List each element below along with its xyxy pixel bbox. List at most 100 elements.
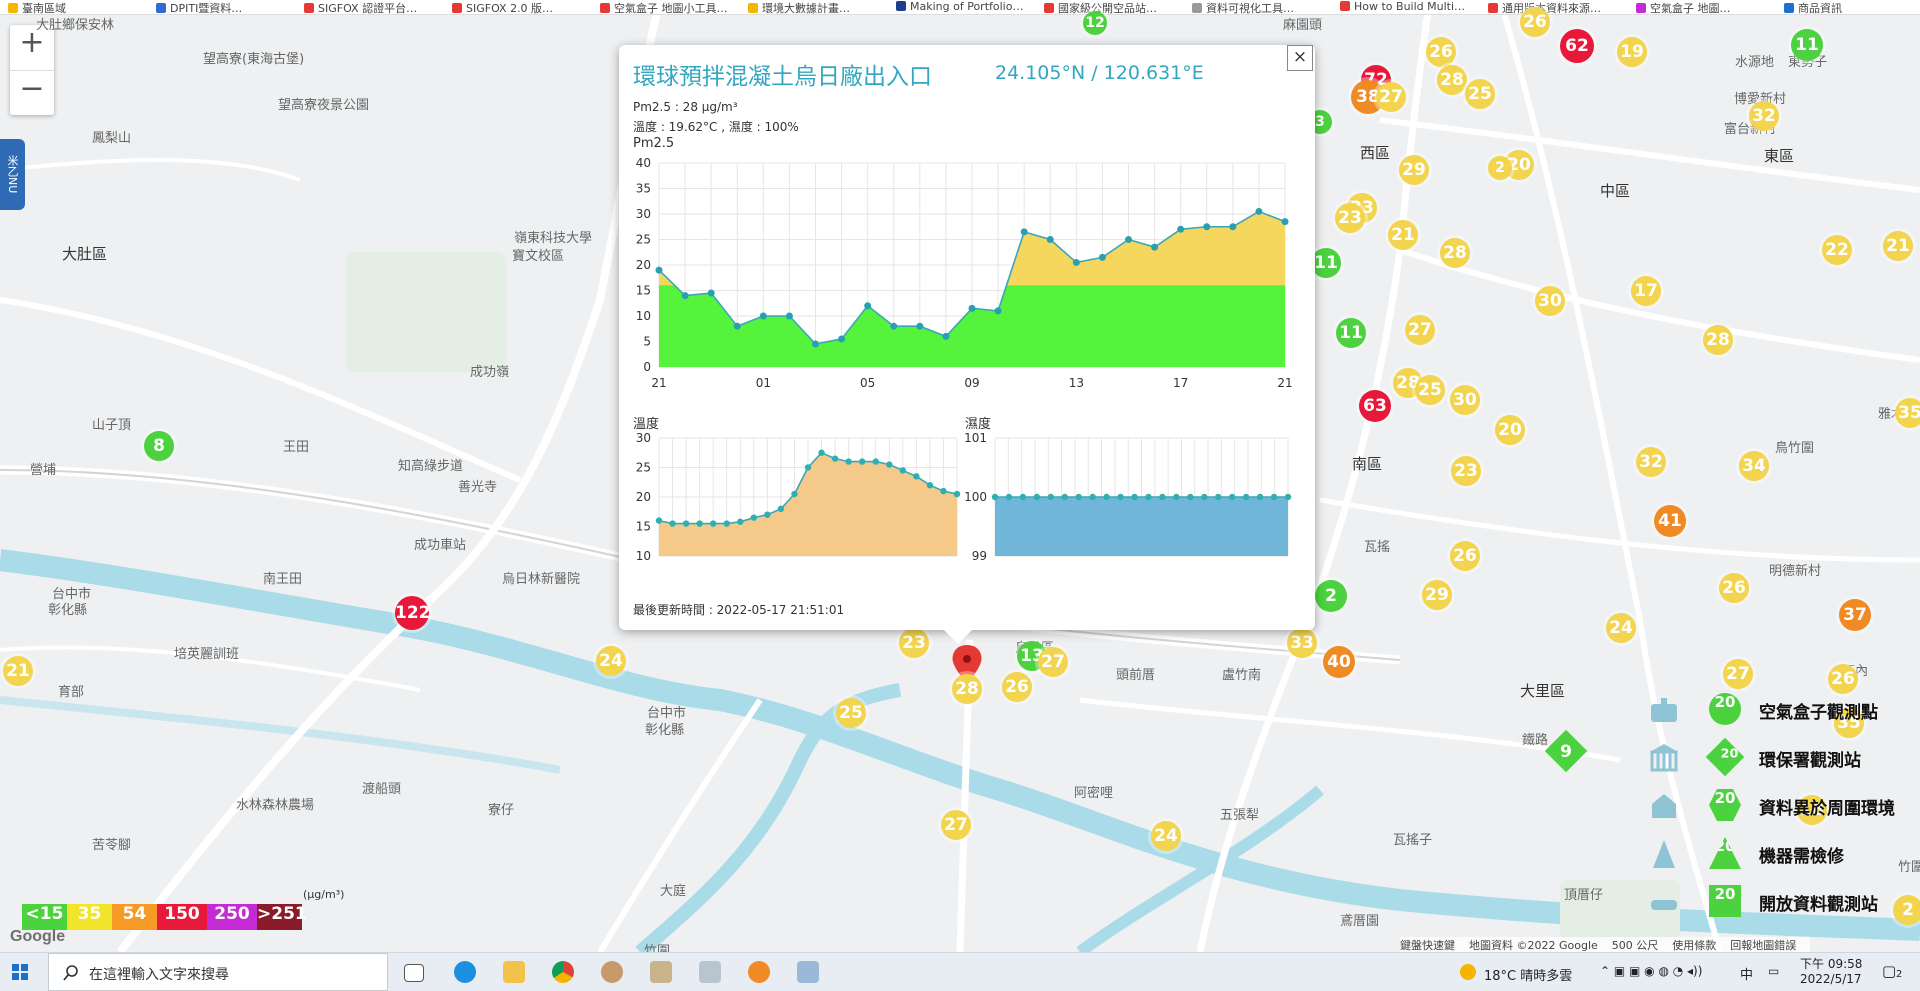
sensor-marker[interactable]: 26 xyxy=(1426,37,1456,67)
sensor-marker[interactable]: 27 xyxy=(1723,659,1753,689)
y-tick-label: 20 xyxy=(636,490,651,504)
sensor-marker[interactable]: 27 xyxy=(1405,315,1435,345)
clock-date[interactable]: 2022/5/17 xyxy=(1800,972,1862,986)
sensor-marker[interactable]: 25 xyxy=(1415,375,1445,405)
attribution-link[interactable]: 使用條款 xyxy=(1672,939,1716,952)
sensor-marker[interactable]: 24 xyxy=(1606,613,1636,643)
app-icon-3[interactable] xyxy=(699,961,721,983)
windows-start-icon[interactable] xyxy=(12,964,28,980)
sensor-marker[interactable]: 22 xyxy=(1822,235,1852,265)
bookmark-item[interactable]: 環境大數據計畫… xyxy=(748,0,850,14)
sensor-marker[interactable]: 28 xyxy=(1703,325,1733,355)
bookmark-item[interactable]: 空氣盒子 地圖… xyxy=(1636,0,1731,14)
sensor-marker[interactable]: 21 xyxy=(3,656,33,686)
sensor-marker[interactable]: 35 xyxy=(1895,398,1920,428)
sensor-marker[interactable]: 11 xyxy=(1311,248,1341,278)
sensor-marker[interactable]: 30 xyxy=(1535,286,1565,316)
side-menu-tab[interactable]: 米乙NU xyxy=(0,139,25,210)
sensor-marker[interactable]: 20 xyxy=(1495,415,1525,445)
sensor-marker[interactable]: 23 xyxy=(899,628,929,658)
bookmark-item[interactable]: 商品資訊 xyxy=(1784,0,1842,14)
bookmark-item[interactable]: How to Build Multi… xyxy=(1340,0,1465,14)
sensor-marker[interactable]: 40 xyxy=(1323,646,1355,678)
close-popup-button[interactable]: × xyxy=(1287,45,1313,71)
bookmark-item[interactable]: Making of Portfolio… xyxy=(896,0,1023,14)
sensor-marker[interactable]: 122 xyxy=(395,596,431,630)
sensor-marker[interactable]: 26 xyxy=(1520,7,1550,37)
sensor-marker[interactable]: 21 xyxy=(1388,220,1418,250)
edge-icon[interactable] xyxy=(454,961,476,983)
bookmark-item[interactable]: DPITI暨資料… xyxy=(156,0,242,14)
sensor-marker[interactable]: 33 xyxy=(1287,628,1317,658)
bookmark-item[interactable]: SIGFOX 2.0 版… xyxy=(452,0,553,14)
sensor-marker[interactable]: 28 xyxy=(952,674,982,704)
attribution-link[interactable]: 鍵盤快速鍵 xyxy=(1400,939,1455,952)
attribution-link[interactable]: 回報地圖錯誤 xyxy=(1730,939,1796,952)
weather-text[interactable]: 18°C 晴時多雲 xyxy=(1484,965,1572,984)
sensor-marker[interactable]: 28 xyxy=(1440,238,1470,268)
sensor-marker[interactable]: 12 xyxy=(1083,11,1107,35)
data-point xyxy=(926,482,934,489)
sensor-marker[interactable]: 26 xyxy=(1719,573,1749,603)
sensor-marker[interactable]: 21 xyxy=(1883,231,1913,261)
task-view-icon[interactable] xyxy=(404,964,424,982)
sensor-marker[interactable]: 8 xyxy=(144,431,174,461)
station-legend-symbol: 20 xyxy=(1705,737,1745,777)
taskbar-search[interactable]: 在這裡輸入文字來搜尋 xyxy=(48,953,388,991)
sensor-marker[interactable]: 27 xyxy=(1376,82,1406,112)
sensor-marker[interactable]: 19 xyxy=(1617,37,1647,67)
sensor-marker[interactable]: 63 xyxy=(1359,390,1391,422)
sensor-marker[interactable]: 25 xyxy=(1465,79,1495,109)
sensor-marker[interactable]: 32 xyxy=(1636,447,1666,477)
data-point xyxy=(968,304,976,312)
sensor-marker[interactable]: 23 xyxy=(1335,203,1365,233)
bookmark-item[interactable]: 空氣盒子 地圖小工具… xyxy=(600,0,728,14)
sensor-marker[interactable]: 17 xyxy=(1631,276,1661,306)
blender-icon[interactable] xyxy=(748,961,770,983)
sensor-marker[interactable]: 24 xyxy=(1151,821,1181,851)
sensor-marker[interactable]: 27 xyxy=(1038,647,1068,677)
chrome-icon[interactable] xyxy=(552,961,574,983)
bookmark-item[interactable]: 資料可視化工具… xyxy=(1192,0,1294,14)
app-icon-4[interactable] xyxy=(797,961,819,983)
ime-indicator[interactable]: 中 xyxy=(1740,964,1753,983)
sensor-marker[interactable]: 30 xyxy=(1450,385,1480,415)
sensor-marker[interactable]: 37 xyxy=(1839,599,1871,631)
sensor-marker[interactable]: 29 xyxy=(1422,580,1452,610)
bookmark-item[interactable]: 臺南區域 xyxy=(8,0,66,14)
epa-station-marker[interactable]: 9 xyxy=(1551,737,1581,767)
notification-icon[interactable]: ▢ xyxy=(1882,962,1896,980)
home-icon xyxy=(1651,698,1677,722)
attribution-link[interactable]: 地圖資料 ©2022 Google xyxy=(1469,939,1598,952)
zoom-out-button[interactable]: − xyxy=(10,71,54,116)
app-icon-2[interactable] xyxy=(650,961,672,983)
map-view[interactable]: 臺南區域 DPITI暨資料… SIGFOX 認證平台… SIGFOX 2.0 版… 空氣… xyxy=(0,0,1920,991)
weather-icon[interactable] xyxy=(1460,964,1476,980)
sensor-marker[interactable]: 41 xyxy=(1654,505,1686,537)
sensor-marker[interactable]: 11 xyxy=(1336,318,1366,348)
sensor-marker[interactable]: 26 xyxy=(1002,672,1032,702)
clock-time[interactable]: 下午 09:58 xyxy=(1800,955,1862,972)
sensor-marker[interactable]: 2 xyxy=(1315,580,1347,612)
y-tick-label: 15 xyxy=(636,284,651,298)
tray-icons[interactable]: ⌃ ▣ ▣ ◉ ◍ ◔ ◂)) xyxy=(1600,964,1702,978)
bookmark-item[interactable]: SIGFOX 認證平台… xyxy=(304,0,417,14)
attribution-link[interactable]: 500 公尺 xyxy=(1612,939,1659,952)
sensor-marker[interactable]: 23 xyxy=(1451,456,1481,486)
sensor-marker[interactable]: 2 xyxy=(1488,156,1512,180)
sensor-marker[interactable]: 34 xyxy=(1739,451,1769,481)
sensor-marker[interactable]: 28 xyxy=(1437,65,1467,95)
sensor-marker[interactable]: 25 xyxy=(836,698,866,728)
sensor-marker[interactable]: 32 xyxy=(1749,101,1779,131)
sensor-marker[interactable]: 26 xyxy=(1450,541,1480,571)
sensor-marker[interactable]: 27 xyxy=(941,810,971,840)
sensor-marker[interactable]: 24 xyxy=(596,646,626,676)
app-icon-1[interactable] xyxy=(601,961,623,983)
file-explorer-icon[interactable] xyxy=(503,961,525,983)
sensor-marker[interactable]: 29 xyxy=(1399,155,1429,185)
keyboard-icon[interactable]: ▭ xyxy=(1768,964,1779,978)
place-label: 鐵路 xyxy=(1522,733,1549,748)
sensor-marker[interactable]: 11 xyxy=(1791,29,1823,61)
aqi-legend-item: >251 xyxy=(257,904,307,930)
sensor-marker[interactable]: 62 xyxy=(1560,29,1594,63)
